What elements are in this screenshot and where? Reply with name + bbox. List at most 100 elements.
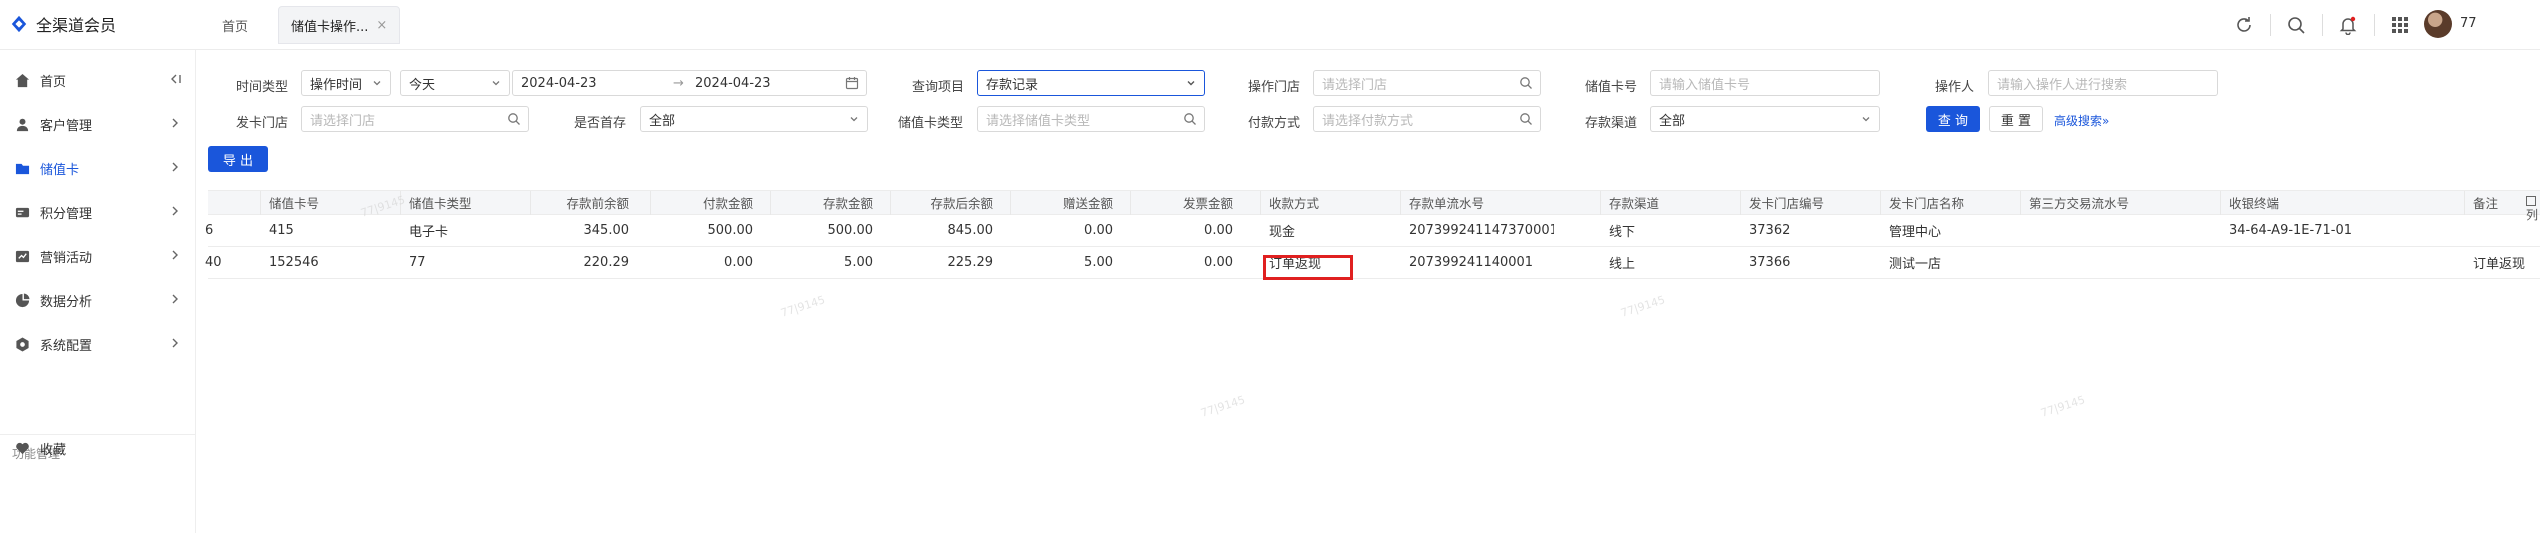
table-cell: 线下: [1609, 225, 1636, 240]
sidebar-item-home[interactable]: 首页: [0, 60, 196, 100]
table-cell: 37366: [1749, 255, 1791, 270]
sidebar-item-label: 储值卡: [40, 162, 80, 178]
column-settings-button[interactable]: 列: [2526, 196, 2540, 230]
logo-icon: [11, 15, 27, 33]
column-divider: [890, 191, 891, 215]
operator-input[interactable]: 请输入操作人进行搜索: [1988, 70, 2218, 96]
chevron-down-icon: [492, 81, 500, 86]
user-icon: [14, 116, 30, 132]
collapse-menu-icon[interactable]: [168, 72, 182, 86]
table-row[interactable]: 6 415 电子卡 345.00 500.00 500.00 845.00 0.00 0.00 现…: [205, 215, 2540, 247]
sidebar-item-settings[interactable]: 系统配置: [0, 324, 196, 364]
table-cell: 0.00: [724, 255, 753, 270]
pay-method-select[interactable]: 请选择付款方式: [1313, 106, 1541, 132]
table-cell: 220.29: [583, 255, 630, 270]
table-cell: 测试一店: [1889, 257, 1942, 272]
column-divider: [1010, 191, 1011, 215]
store-select[interactable]: 请选择门店: [1313, 70, 1541, 96]
sidebar-item-points[interactable]: 积分管理: [0, 192, 196, 232]
search-icon: [1520, 113, 1532, 125]
sidebar-item-customers[interactable]: 客户管理: [0, 104, 196, 144]
chevron-right-icon: [172, 206, 178, 216]
tab-home[interactable]: 首页: [210, 6, 260, 44]
chevron-down-icon: [373, 81, 381, 86]
avatar[interactable]: [2424, 10, 2452, 38]
column-divider: [2220, 191, 2221, 215]
tab-home-label: 首页: [222, 19, 249, 35]
export-button[interactable]: 导 出: [208, 146, 268, 172]
column-header: 存款单流水号: [1409, 196, 1485, 211]
sidebar-item-marketing[interactable]: 营销活动: [0, 236, 196, 276]
app-title: 全渠道会员: [36, 16, 117, 35]
sidebar-item-label: 营销活动: [40, 250, 93, 266]
date-end[interactable]: 2024-04-23: [695, 76, 771, 91]
table-cell: 线上: [1609, 257, 1636, 272]
table-cell: 6: [205, 223, 214, 238]
date-range-picker[interactable]: 2024-04-23 → 2024-04-23: [512, 70, 867, 96]
column-header: 存款后余额: [930, 196, 993, 211]
table-cell: 500.00: [827, 223, 874, 238]
date-range-arrow: →: [673, 75, 684, 91]
search-icon[interactable]: [2284, 13, 2308, 37]
column-divider: [2020, 191, 2021, 215]
card-no-label: 储值卡号: [1585, 80, 1638, 95]
date-preset-select[interactable]: 今天: [400, 70, 510, 96]
sidebar-item-stored-card[interactable]: 储值卡: [0, 148, 196, 188]
card-no-input[interactable]: 请输入储值卡号: [1650, 70, 1880, 96]
bell-icon[interactable]: [2336, 13, 2360, 37]
query-button[interactable]: 查 询: [1926, 106, 1980, 132]
column-divider: [770, 191, 771, 215]
close-icon[interactable]: ×: [376, 18, 387, 33]
query-item-value: 存款记录: [986, 77, 1039, 93]
sidebar-item-analytics[interactable]: 数据分析: [0, 280, 196, 320]
apps-grid-icon[interactable]: [2388, 13, 2412, 37]
sidebar-item-label: 客户管理: [40, 118, 93, 134]
card-type-select[interactable]: 请选择储值卡类型: [977, 106, 1205, 132]
table-cell: 225.29: [947, 255, 994, 270]
column-divider: [1880, 191, 1881, 215]
heart-icon: [14, 440, 30, 456]
column-divider: [650, 191, 651, 215]
table-cell: 订单返现: [2473, 257, 2526, 272]
chevron-right-icon: [172, 338, 178, 348]
table-cell: 34-64-A9-1E-71-01: [2229, 223, 2352, 238]
column-header: 付款金额: [702, 196, 753, 211]
chevron-right-icon: [172, 118, 178, 128]
query-item-select[interactable]: 存款记录: [977, 70, 1205, 96]
reset-button[interactable]: 重 置: [1989, 106, 2043, 132]
operator-placeholder: 请输入操作人进行搜索: [1997, 77, 2128, 93]
search-icon: [508, 113, 520, 125]
tab-stored-card-ops-label: 储值卡操作...: [291, 19, 369, 35]
store-placeholder: 请选择门店: [1322, 77, 1388, 93]
top-bar: 全渠道会员 首页 储值卡操作... × 77: [0, 0, 2540, 50]
sidebar-item-label: 积分管理: [40, 206, 93, 222]
table-row[interactable]: 40 152546 77 220.29 0.00 5.00 225.29 5.00 0.00 订单…: [205, 247, 2540, 279]
first-deposit-select[interactable]: 全部: [640, 106, 868, 132]
tab-stored-card-ops[interactable]: 储值卡操作... ×: [278, 6, 401, 44]
channel-select[interactable]: 全部: [1650, 106, 1880, 132]
records-table: 储值卡号 储值卡类型 存款前余额 付款金额 存款金额 存款后余额 赠送金额 发票金额 收款方式存…: [205, 190, 2540, 279]
date-start[interactable]: 2024-04-23: [521, 76, 597, 91]
chevron-right-icon: [172, 250, 178, 260]
table-cell: 0.00: [1204, 223, 1233, 238]
user-name[interactable]: 77: [2460, 16, 2477, 31]
card-type-placeholder: 请选择储值卡类型: [986, 113, 1091, 129]
pay-method-placeholder: 请选择付款方式: [1322, 113, 1414, 129]
sidebar-item-label: 首页: [40, 74, 67, 90]
time-type-select[interactable]: 操作时间: [301, 70, 391, 96]
card-icon: [14, 160, 30, 176]
column-header: 赠送金额: [1062, 196, 1113, 211]
app-logo[interactable]: 全渠道会员: [10, 12, 116, 36]
issue-store-placeholder: 请选择门店: [310, 113, 376, 129]
refresh-icon[interactable]: [2232, 13, 2256, 37]
column-header: 发卡门店名称: [1889, 196, 1965, 211]
column-header: 收银终端: [2229, 196, 2280, 211]
sidebar-item-favorites[interactable]: 收藏: [0, 428, 196, 468]
column-header: 第三方交易流水号: [2029, 196, 2130, 211]
column-header: 储值卡类型: [409, 196, 472, 211]
table-cell: 电子卡: [409, 225, 449, 240]
advanced-search-link[interactable]: 高级搜索»: [2054, 112, 2109, 129]
divider: [2322, 14, 2323, 36]
table-cell: [2024, 247, 2214, 278]
issue-store-select[interactable]: 请选择门店: [301, 106, 529, 132]
